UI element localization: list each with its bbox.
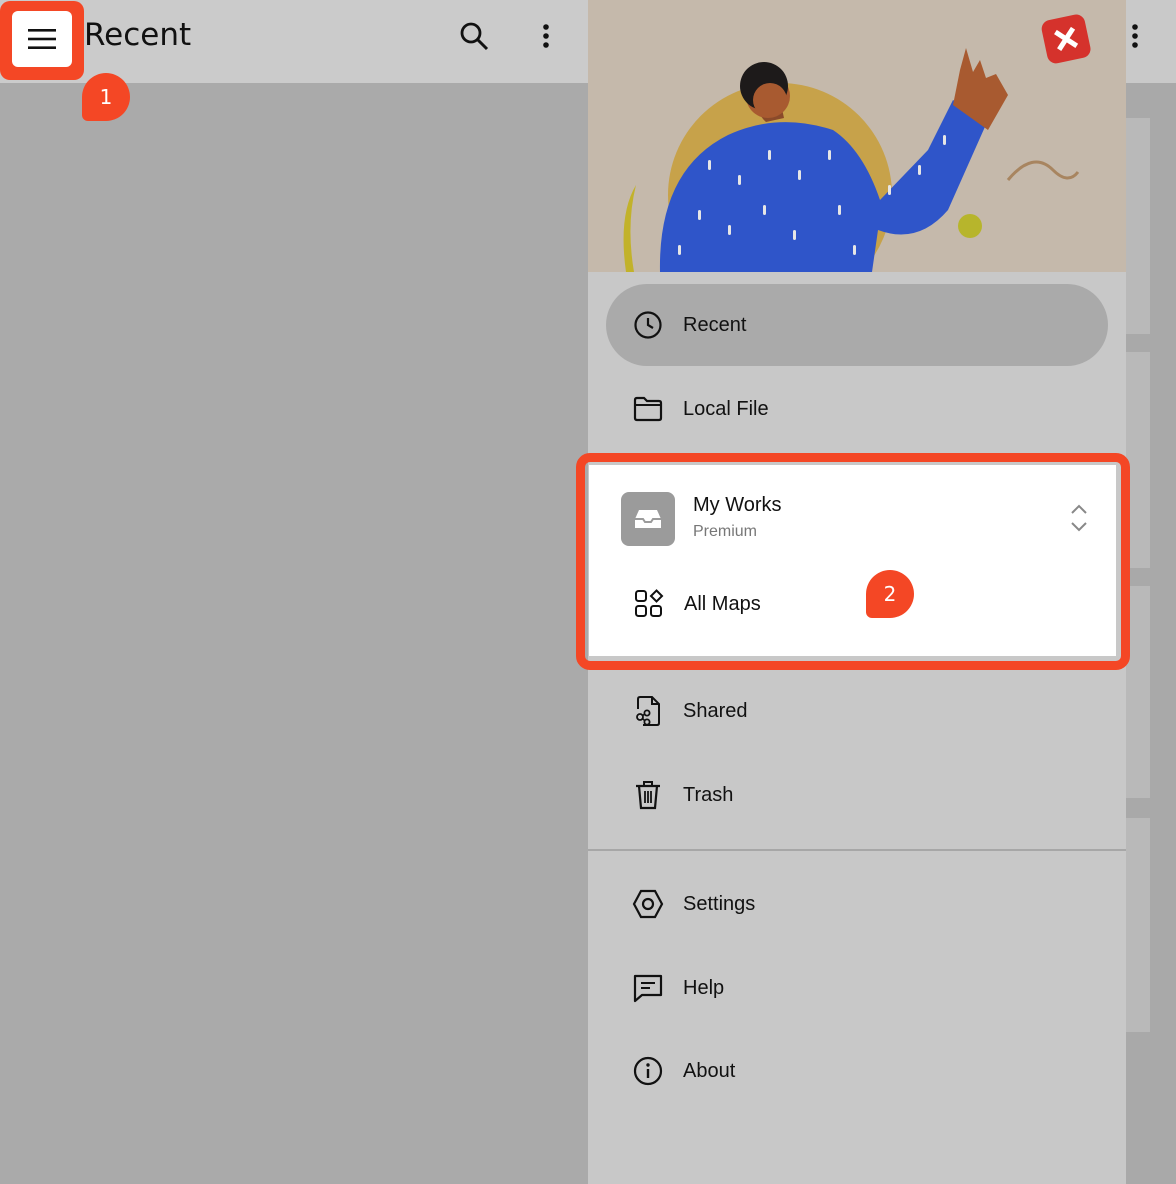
background-card [1126, 118, 1150, 334]
drawer-item-label: Help [683, 976, 725, 999]
workspace-plan: Premium [693, 523, 758, 540]
drawer-item-settings[interactable]: Settings [606, 863, 1108, 945]
drawer-item-label: Recent [683, 313, 747, 336]
step-2-badge: 2 [866, 570, 914, 618]
clock-icon [632, 309, 664, 341]
grid-shapes-icon [633, 588, 665, 620]
waving-person-illustration [588, 0, 1126, 272]
workspace-section: My Works Premium All Maps [589, 465, 1116, 656]
workspace-avatar[interactable] [621, 492, 675, 546]
drawer-item-label: Trash [683, 783, 734, 806]
drawer-item-label: Settings [683, 892, 756, 915]
drawer-item-label: About [683, 1059, 736, 1082]
drawer-item-all-maps[interactable]: All Maps [589, 569, 1116, 639]
search-icon [460, 22, 489, 51]
drawer-item-recent[interactable]: Recent [606, 284, 1108, 366]
drawer-divider [588, 849, 1126, 851]
more-vertical-icon [543, 24, 549, 48]
drawer-item-label: All Maps [684, 592, 761, 615]
workspace-name: My Works [693, 494, 782, 516]
settings-icon [632, 888, 664, 920]
inbox-tray-icon [635, 510, 661, 528]
drawer-item-label: Local File [683, 397, 769, 420]
more-options-button[interactable] [528, 14, 564, 58]
main-content-scrim[interactable] [0, 83, 588, 1184]
background-card [1126, 818, 1150, 1032]
search-button[interactable] [452, 14, 496, 58]
drawer-header-illustration [588, 0, 1126, 272]
hamburger-menu-button[interactable] [12, 11, 72, 67]
drawer-item-local-file[interactable]: Local File [606, 368, 1108, 450]
folder-icon [632, 393, 664, 425]
step-1-badge: 1 [82, 73, 130, 121]
info-icon [632, 1055, 664, 1087]
drawer-item-help[interactable]: Help [606, 947, 1108, 1029]
workspace-switcher-button[interactable] [1067, 501, 1091, 535]
drawer-item-trash[interactable]: Trash [606, 754, 1108, 836]
drawer-item-about[interactable]: About [606, 1030, 1108, 1112]
shared-file-icon [632, 695, 664, 727]
page-title: Recent [84, 17, 192, 53]
drawer-item-shared[interactable]: Shared [606, 670, 1108, 752]
chevron-up-down-icon [1071, 504, 1087, 532]
trash-icon [632, 779, 664, 811]
help-chat-icon [632, 972, 664, 1004]
hamburger-icon [28, 29, 56, 49]
drawer-item-label: Shared [683, 699, 748, 722]
